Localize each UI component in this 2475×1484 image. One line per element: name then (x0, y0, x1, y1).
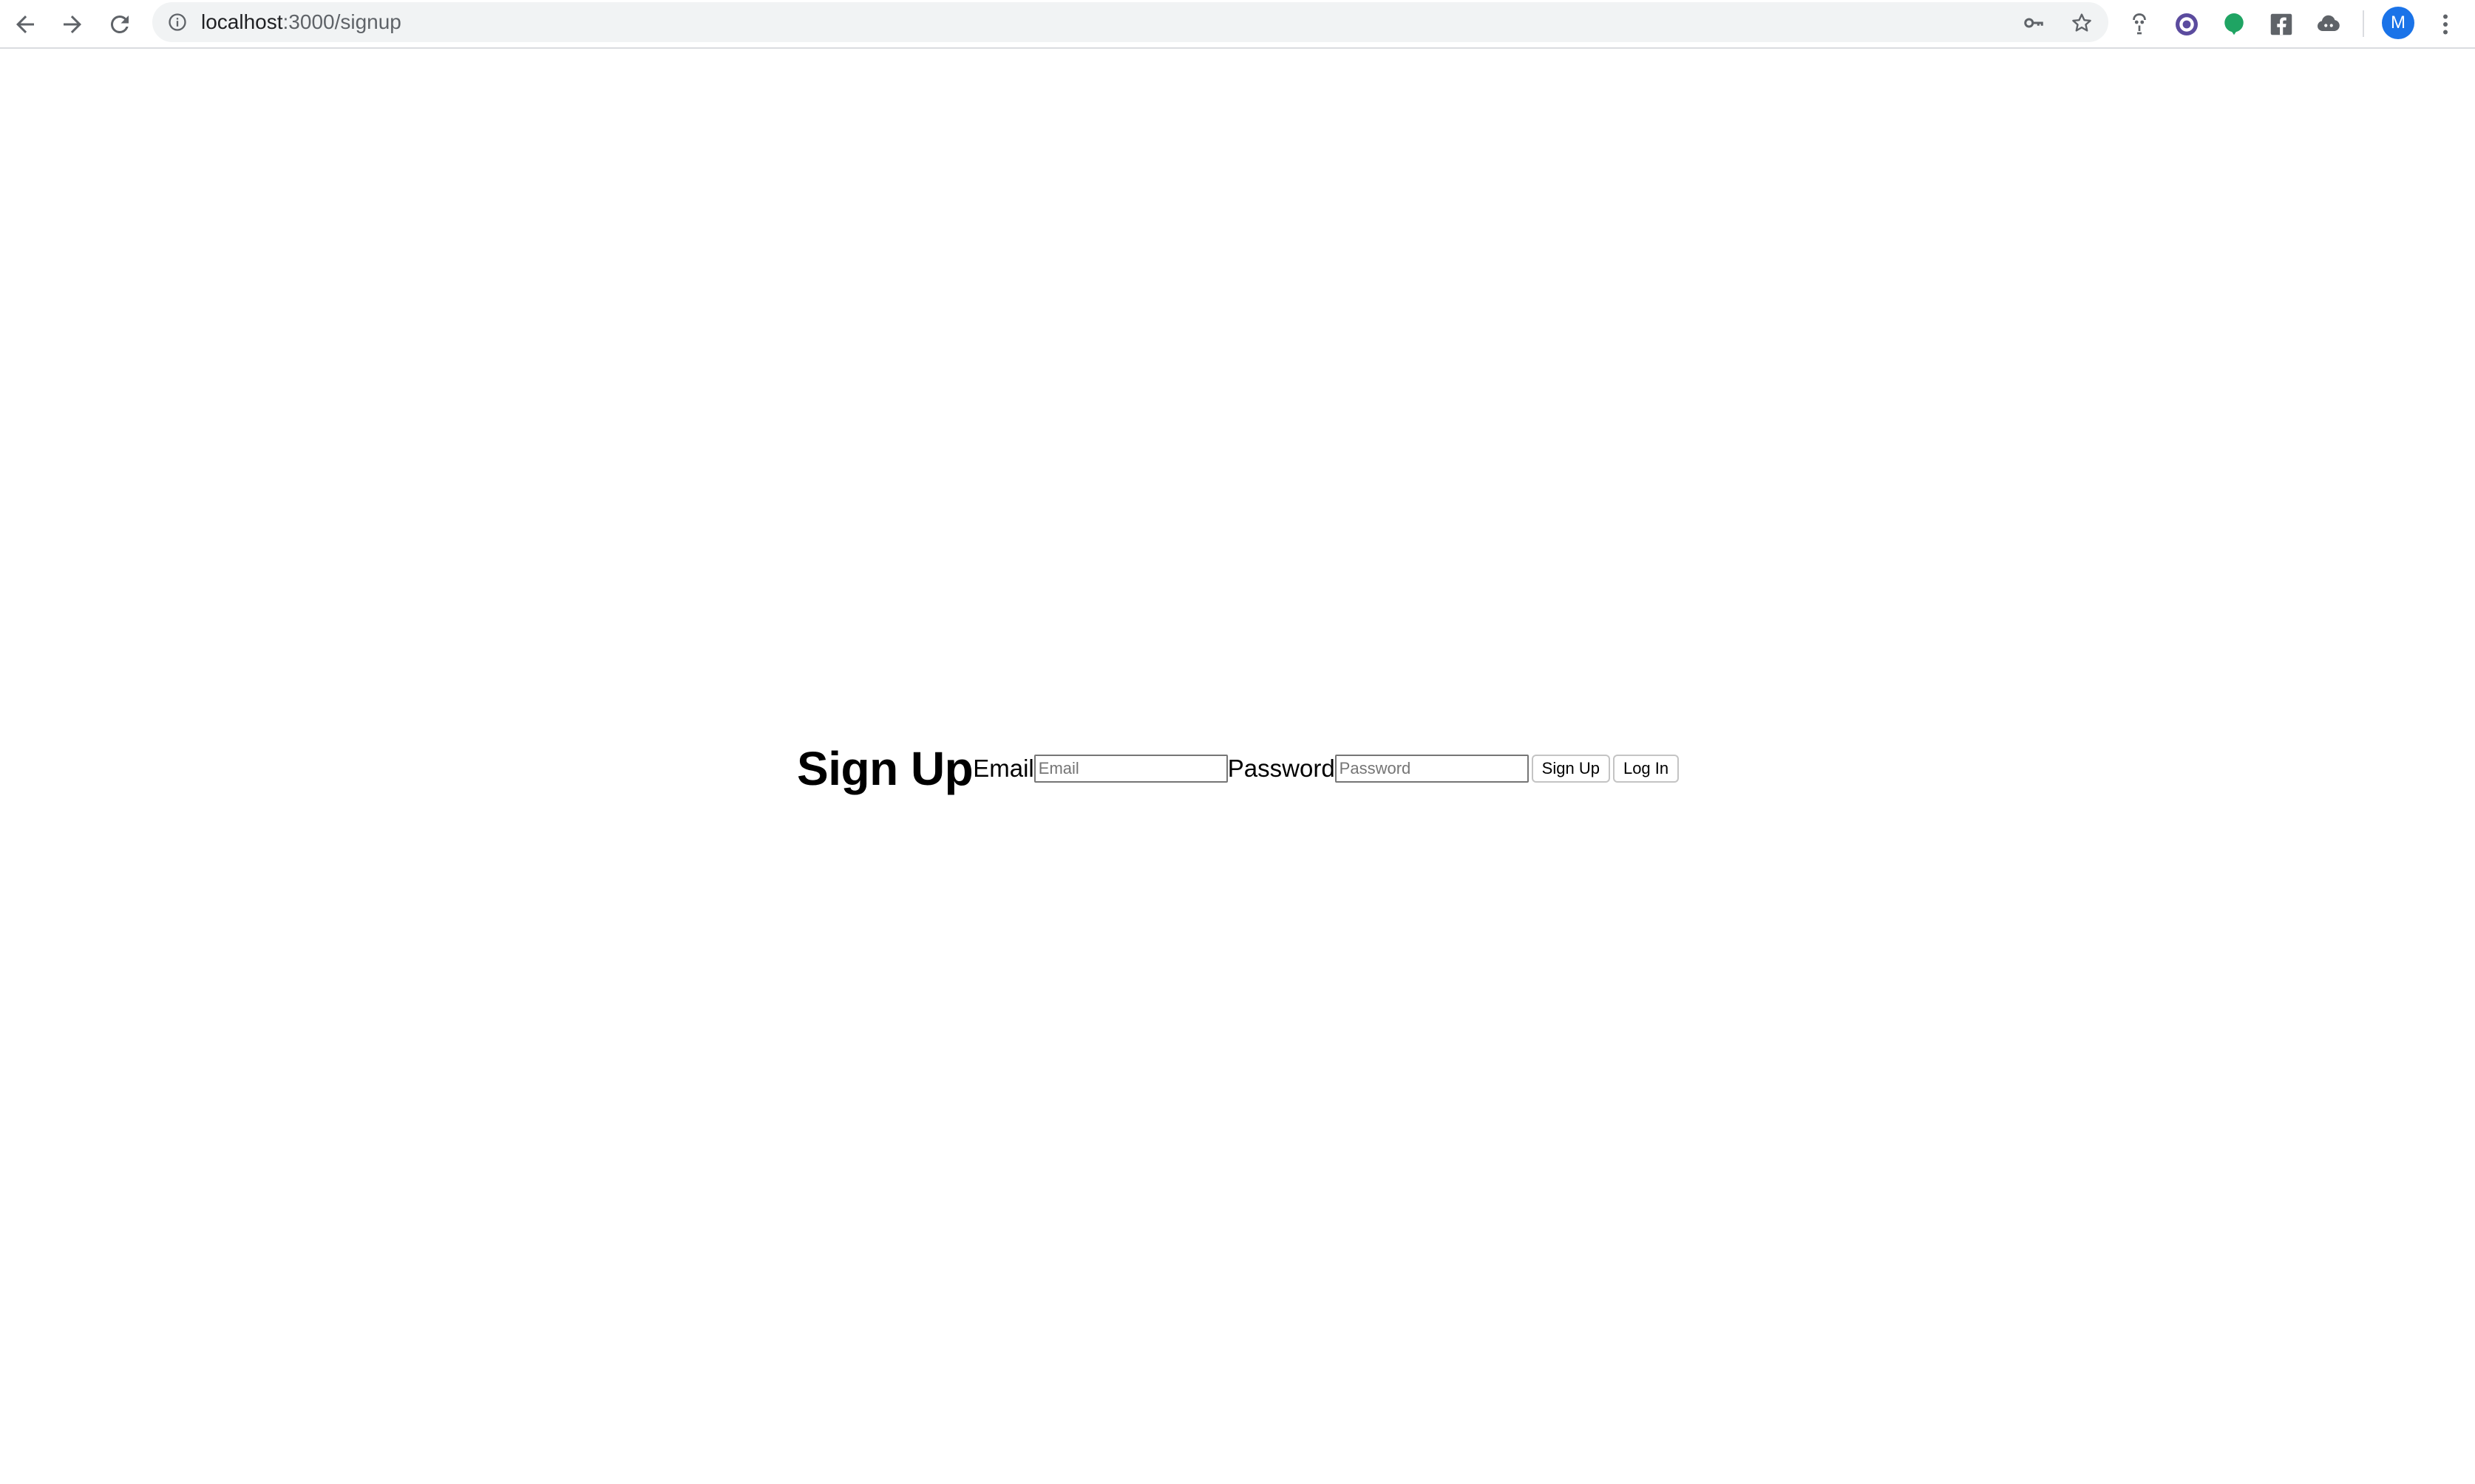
arrow-right-icon (64, 16, 81, 33)
forward-button[interactable] (55, 7, 90, 42)
spy-extension-icon[interactable] (2123, 8, 2156, 41)
info-icon[interactable] (167, 12, 188, 33)
email-label: Email (973, 755, 1034, 782)
log-in-button[interactable]: Log In (1612, 755, 1680, 783)
star-icon[interactable] (2070, 11, 2094, 35)
facebook-glyph (2270, 13, 2292, 35)
sign-up-button[interactable]: Sign Up (1531, 755, 1610, 783)
more-vert-icon (2443, 14, 2448, 35)
email-field[interactable] (1033, 755, 1228, 783)
green-balloon-glyph (2224, 13, 2244, 35)
page-title: Sign Up (797, 742, 974, 795)
url-path: :3000/signup (282, 10, 401, 33)
address-bar[interactable]: localhost:3000/signup (152, 2, 2108, 42)
cloud-glyph (2317, 15, 2340, 31)
reload-icon (110, 15, 129, 33)
purple-eye-extension-icon[interactable] (2170, 8, 2203, 41)
browser-menu-button[interactable] (2432, 7, 2459, 42)
spy-glyph (2133, 13, 2146, 35)
green-balloon-extension-icon[interactable] (2218, 8, 2250, 41)
profile-avatar[interactable]: M (2382, 7, 2414, 39)
key-icon[interactable] (2023, 12, 2045, 34)
toolbar-divider (2363, 10, 2364, 37)
url-text[interactable]: localhost:3000/signup (201, 2, 401, 42)
password-field[interactable] (1334, 755, 1529, 783)
purple-eye-glyph (2176, 13, 2198, 35)
arrow-left-icon (16, 16, 34, 33)
signup-form: Sign Up Email Password Sign Up Log In (797, 739, 1680, 798)
reload-button[interactable] (102, 7, 138, 42)
browser-toolbar: localhost:3000/signup M (0, 0, 2475, 49)
password-label: Password (1227, 755, 1335, 782)
facebook-extension-icon[interactable] (2265, 8, 2298, 41)
url-host: localhost (201, 10, 283, 33)
back-button[interactable] (7, 7, 43, 42)
cloud-extension-icon[interactable] (2312, 8, 2345, 41)
